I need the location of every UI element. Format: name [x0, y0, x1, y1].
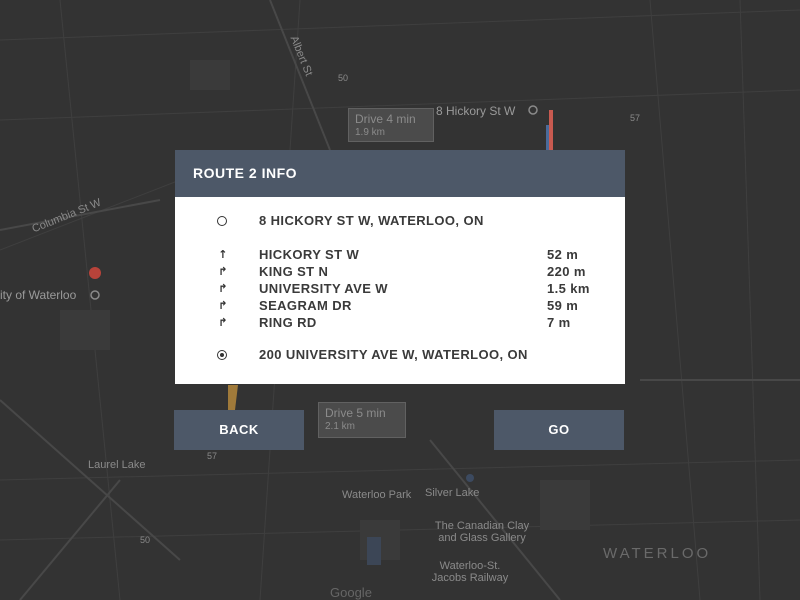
place-label-clay-glass-gallery: The Canadian Clay and Glass Gallery [434, 520, 530, 544]
step-street: UNIVERSITY AVE W [259, 281, 388, 296]
route-callout-2[interactable]: Drive 5 min 2.1 km [318, 402, 406, 438]
map-attribution: Google [330, 585, 372, 600]
turn-right-icon: ↱ [218, 299, 228, 312]
direction-step: ↱ RING RD 7 m [175, 314, 625, 331]
step-distance: 52 m [547, 247, 579, 262]
place-label-silver-lake: Silver Lake [425, 487, 480, 499]
turn-right-icon: ↱ [218, 282, 228, 295]
origin-address: 8 HICKORY ST W, WATERLOO, ON [259, 213, 484, 228]
direction-step: ↱ KING ST N 220 m [175, 263, 625, 280]
route-callout-distance: 1.9 km [355, 127, 386, 138]
panel-title: ROUTE 2 INFO [175, 150, 625, 197]
place-label-laurel-lake: Laurel Lake [88, 459, 146, 471]
arrow-up-icon: ↑ [218, 248, 228, 261]
road-number-1: 50 [338, 73, 349, 83]
destination-target-icon [217, 350, 227, 360]
destination-pin-label: ity of Waterloo [0, 288, 77, 302]
turn-right-icon: ↱ [218, 316, 228, 329]
route-callout-time: Drive 4 min [355, 112, 416, 126]
go-button[interactable]: GO [494, 410, 624, 450]
route-directions: 8 HICKORY ST W, WATERLOO, ON ↑ HICKORY S… [175, 197, 625, 384]
road-number-4: 50 [140, 535, 151, 545]
place-label-railway: Waterloo-St. Jacobs Railway [431, 560, 509, 584]
origin-circle-icon [217, 216, 227, 226]
step-street: RING RD [259, 315, 317, 330]
route-callout-distance: 2.1 km [325, 421, 356, 432]
back-button[interactable]: BACK [174, 410, 304, 450]
step-distance: 59 m [547, 298, 579, 313]
direction-step: ↱ SEAGRAM DR 59 m [175, 297, 625, 314]
step-distance: 1.5 km [547, 281, 590, 296]
route-info-panel: ROUTE 2 INFO 8 HICKORY ST W, WATERLOO, O… [175, 150, 625, 384]
step-street: HICKORY ST W [259, 247, 360, 262]
step-distance: 7 m [547, 315, 571, 330]
turn-right-icon: ↱ [218, 265, 228, 278]
road-number-3: 57 [207, 451, 218, 461]
direction-step: ↱ UNIVERSITY AVE W 1.5 km [175, 280, 625, 297]
route-callout-1[interactable]: Drive 4 min 1.9 km [348, 108, 434, 142]
place-label-waterloo-park: Waterloo Park [342, 489, 412, 501]
step-street: KING ST N [259, 264, 329, 279]
city-label: WATERLOO [603, 545, 712, 562]
step-distance: 220 m [547, 264, 586, 279]
route-callout-time: Drive 5 min [325, 406, 386, 420]
step-street: SEAGRAM DR [259, 298, 352, 313]
origin-pin-label: 8 Hickory St W [436, 104, 516, 118]
road-number-2: 57 [630, 113, 641, 123]
destination-address: 200 UNIVERSITY AVE W, WATERLOO, ON [259, 347, 528, 362]
direction-step: ↑ HICKORY ST W 52 m [175, 246, 625, 263]
